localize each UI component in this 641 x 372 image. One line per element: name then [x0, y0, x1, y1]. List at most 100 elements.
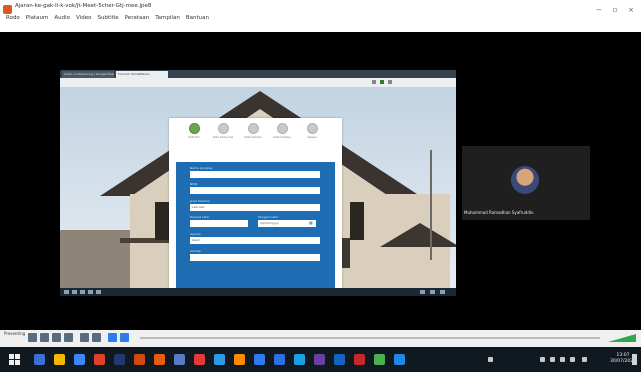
- form-body: Nama Lengkap NISN Jenis Kelamin Laki-lak…: [176, 162, 335, 288]
- stop-icon[interactable]: [52, 333, 61, 342]
- file-explorer-icon[interactable]: [54, 354, 65, 365]
- antenna: [430, 150, 432, 260]
- menu-item[interactable]: Subtitle: [97, 15, 118, 21]
- start-icon: [64, 290, 69, 294]
- name-input[interactable]: [190, 171, 320, 178]
- menu-item[interactable]: Tampilan: [155, 15, 180, 21]
- menu-bar: Rodo Plataum Audio Video Subtitle Perata…: [6, 15, 209, 21]
- step-2-label: Data Orang Tua: [212, 136, 234, 139]
- step-1-circle[interactable]: [189, 123, 200, 134]
- menu-item[interactable]: Video: [76, 15, 91, 21]
- powerpoint-icon[interactable]: [134, 354, 145, 365]
- windows-start-button[interactable]: [9, 354, 20, 365]
- app-icon: [96, 290, 101, 294]
- tray-icon: [440, 290, 445, 294]
- menu-item[interactable]: Perataan: [125, 15, 150, 21]
- app-icon[interactable]: [314, 354, 325, 365]
- browser-address-bar[interactable]: [60, 78, 456, 87]
- field-label: Tanggal Lahir: [258, 215, 278, 219]
- browser-tab-active[interactable]: Formulir Pendaftaran: [116, 71, 168, 78]
- vlc-taskbar-icon[interactable]: [154, 354, 165, 365]
- app-icon[interactable]: [354, 354, 365, 365]
- tray-icon: [430, 290, 435, 294]
- step-1-label: Data Diri: [188, 136, 200, 139]
- app-icon[interactable]: [294, 354, 305, 365]
- app-icon[interactable]: [194, 354, 205, 365]
- menu-item[interactable]: Audio: [54, 15, 70, 21]
- minimize-button[interactable]: −: [594, 6, 604, 14]
- menu-dots-icon[interactable]: [388, 80, 392, 84]
- next-icon[interactable]: [64, 333, 73, 342]
- volume-icon[interactable]: [560, 357, 565, 362]
- address-input[interactable]: [190, 254, 320, 261]
- step-5-circle[interactable]: [307, 123, 318, 134]
- loop-icon[interactable]: [108, 333, 117, 342]
- browser-tab[interactable]: Video conferencing | Google Meet: [62, 71, 114, 78]
- field-label: NISN: [190, 182, 198, 186]
- app-icon: [88, 290, 93, 294]
- meeting-controls-bar: [0, 330, 641, 347]
- language-icon[interactable]: [582, 357, 587, 362]
- shared-taskbar: [60, 288, 456, 296]
- chevron-up-icon[interactable]: [540, 357, 545, 362]
- controls-label: Presenting: [4, 331, 26, 336]
- app-icon: [72, 290, 77, 294]
- shuffle-icon[interactable]: [120, 333, 129, 342]
- app-icon[interactable]: [374, 354, 385, 365]
- shared-screen: Video conferencing | Google Meet Formuli…: [60, 70, 456, 296]
- play-icon[interactable]: [28, 333, 37, 342]
- tray-icon: [420, 290, 425, 294]
- field-label: Agama: [190, 232, 201, 236]
- birthplace-input[interactable]: [190, 220, 248, 227]
- step-4-label: Data Prestasi: [273, 136, 291, 139]
- notification-icon[interactable]: [632, 354, 637, 365]
- step-4-circle[interactable]: [277, 123, 288, 134]
- step-5-label: Selesai: [307, 136, 317, 139]
- field-label: Nama Lengkap: [190, 166, 213, 170]
- close-button[interactable]: ×: [626, 6, 636, 14]
- edge-icon[interactable]: [74, 354, 85, 365]
- calendar-icon[interactable]: ▦: [309, 220, 313, 225]
- vlc-app-icon: [3, 5, 12, 14]
- app-icon[interactable]: [334, 354, 345, 365]
- participant-name: Muhammad Ramadhan Syafruddin: [464, 210, 534, 215]
- battery-icon[interactable]: [570, 357, 575, 362]
- registration-form-card: Data Diri Data Orang Tua Data Sekolah Da…: [169, 118, 342, 288]
- previous-icon[interactable]: [40, 333, 49, 342]
- step-2-circle[interactable]: [218, 123, 229, 134]
- people-icon[interactable]: [488, 357, 493, 362]
- app-icon[interactable]: [214, 354, 225, 365]
- volume-slider[interactable]: [608, 334, 636, 342]
- window-title: Ajaran-ke-gak-ll-k-vok/jt-Meet-5cher-Gtj…: [15, 3, 152, 9]
- seek-bar[interactable]: [140, 337, 600, 339]
- extension-icon[interactable]: [380, 80, 384, 84]
- app-icon[interactable]: [234, 354, 245, 365]
- menu-item[interactable]: Rodo: [6, 15, 20, 21]
- maximize-button[interactable]: ▫: [610, 6, 620, 14]
- app-icon[interactable]: [394, 354, 405, 365]
- chrome-icon[interactable]: [94, 354, 105, 365]
- fullscreen-icon[interactable]: [80, 333, 89, 342]
- field-label: Jenis Kelamin: [190, 199, 210, 203]
- star-icon[interactable]: [372, 80, 376, 84]
- network-icon[interactable]: [550, 357, 555, 362]
- browser-tab-strip: Video conferencing | Google Meet Formuli…: [60, 70, 456, 78]
- field-label: Alamat: [190, 249, 201, 253]
- nisn-input[interactable]: [190, 187, 320, 194]
- word-icon[interactable]: [114, 354, 125, 365]
- house-window: [350, 202, 364, 240]
- playlist-icon[interactable]: [92, 333, 101, 342]
- birthdate-input[interactable]: dd/mm/yyyy: [258, 220, 316, 227]
- religion-select[interactable]: Islam: [190, 237, 320, 244]
- zoom-icon[interactable]: [174, 354, 185, 365]
- house-right-roof: [380, 220, 456, 247]
- app-icon[interactable]: [274, 354, 285, 365]
- menu-item[interactable]: Bantuan: [186, 15, 209, 21]
- menu-item[interactable]: Plataum: [26, 15, 49, 21]
- step-3-circle[interactable]: [248, 123, 259, 134]
- app-icon: [80, 290, 85, 294]
- step-3-label: Data Sekolah: [244, 136, 262, 139]
- gender-select[interactable]: Laki-laki: [190, 204, 320, 211]
- search-icon[interactable]: [34, 354, 45, 365]
- app-icon[interactable]: [254, 354, 265, 365]
